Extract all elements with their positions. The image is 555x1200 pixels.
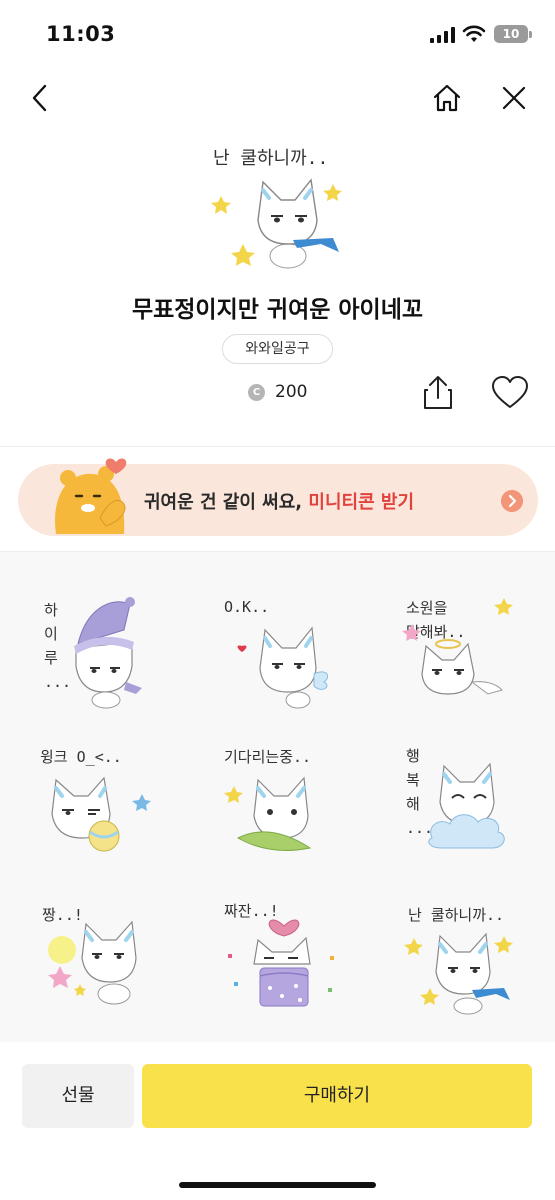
promo-text-main: 귀여운 건 같이 써요, [144,492,303,513]
gift-button[interactable]: 선물 [22,1064,134,1128]
sticker-grid: 하 이 루 ... O.K.. 소원을 말해봐.. 윙크 O_<.. 기다리는중… [0,552,555,1042]
sticker-item[interactable]: 소원을 말해봐.. [392,590,542,720]
sticker-item[interactable]: 난 쿨하니까.. [392,896,542,1026]
price: C 200 [248,380,307,404]
promo-highlight: 미니티콘 받기 [308,492,415,513]
battery-tip [529,31,532,38]
author-chip[interactable]: 와와일공구 [222,334,333,364]
cellular-signal-icon [430,27,455,43]
close-button[interactable] [494,78,534,118]
cat-ok-sticker [237,626,329,709]
cat-ta-da-sticker [48,920,137,1005]
status-time: 11:03 [46,22,116,46]
back-button[interactable] [20,78,60,118]
like-button[interactable] [490,374,530,412]
cat-cool-scarf-sticker [404,932,513,1015]
hero-caption: 난 쿨하니까.. [213,148,328,169]
cat-wink-sticker [51,776,151,852]
promo-text: 귀여운 건 같이 써요, 미니티콘 받기 [144,488,414,514]
mini-emoticon-promo-banner[interactable]: 귀여운 건 같이 써요, 미니티콘 받기 [18,458,538,536]
sticker-item[interactable]: 기다리는중.. [210,738,360,868]
sticker-item[interactable]: 행 복 해 ... [392,738,542,868]
cat-nightcap-sticker [74,597,142,709]
status-bar: 11:03 10 [0,0,555,66]
cat-angel-sticker [402,598,513,695]
share-button[interactable] [420,374,456,412]
sticker-item[interactable]: O.K.. [202,590,352,720]
close-icon [502,86,526,110]
hero-sticker-image: 난 쿨하니까.. [203,140,353,280]
cat-waiting-sticker [224,776,312,851]
sticker-item[interactable]: 짜잔..! [208,896,358,1026]
sticker-item[interactable]: 짱..! [30,896,180,1026]
share-icon [424,376,452,409]
chevron-right-circle-icon [501,490,523,512]
home-icon [433,84,461,112]
cat-happy-cloud-sticker [428,762,505,849]
price-value: 200 [275,382,308,402]
battery-icon: 10 [494,25,528,43]
cat-gift-box-sticker [228,919,334,1007]
bottom-action-bar: 선물 구매하기 [0,1042,555,1200]
divider [0,446,555,447]
chevron-left-icon [32,84,47,112]
product-title: 무표정이지만 귀여운 아이네꼬 [131,297,424,323]
home-indicator [179,1182,376,1188]
sticker-item[interactable]: 윙크 O_<.. [30,738,180,868]
coin-icon: C [248,383,265,401]
wifi-icon [462,25,486,42]
heart-icon [492,376,528,408]
ryan-character-icon [55,458,127,534]
buy-button[interactable]: 구매하기 [142,1064,532,1128]
sticker-item[interactable]: 하 이 루 ... [36,590,186,720]
home-button[interactable] [427,78,467,118]
